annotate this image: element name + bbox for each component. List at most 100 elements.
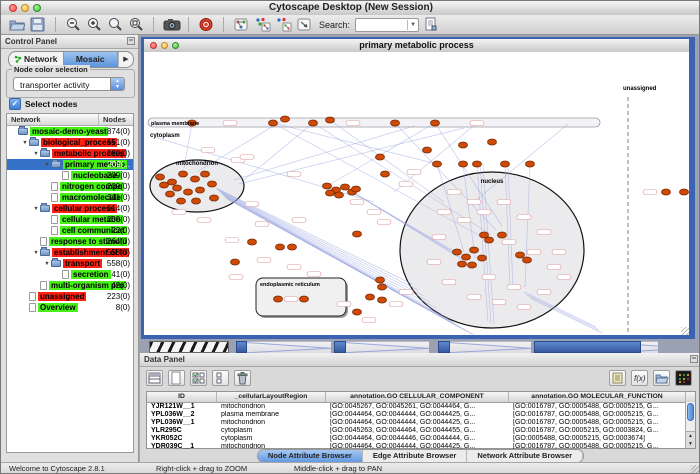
network-node[interactable]: [376, 154, 385, 160]
network-node[interactable]: [473, 161, 482, 167]
snapshot-camera-icon[interactable]: [163, 17, 179, 32]
network-node[interactable]: [184, 189, 193, 195]
tree-row[interactable]: multi-organism pro42(0): [7, 280, 133, 291]
network-node[interactable]: [177, 198, 186, 204]
frame-minimize-icon[interactable]: [161, 42, 168, 49]
network-node[interactable]: [433, 161, 442, 167]
table-column-header[interactable]: _cellularLayoutRegion: [217, 392, 326, 402]
scrollbar-thumb[interactable]: [687, 403, 694, 421]
frame-close-icon[interactable]: [150, 42, 157, 49]
tab-edge-attribute-browser[interactable]: Edge Attribute Browser: [363, 450, 467, 462]
tree-row[interactable]: Overview8(0): [7, 302, 133, 313]
network-node[interactable]: [326, 117, 335, 123]
network-node[interactable]: [470, 247, 479, 253]
network-node[interactable]: [335, 192, 344, 198]
close-icon[interactable]: [9, 4, 17, 12]
tree-row[interactable]: ▼establishment of lo558(0): [7, 247, 133, 258]
save-icon[interactable]: [30, 17, 46, 32]
select-attributes-icon[interactable]: [190, 370, 207, 386]
tree-row[interactable]: cell communicat22(0): [7, 225, 133, 236]
network-node[interactable]: [378, 284, 387, 290]
network-node[interactable]: [201, 171, 210, 177]
zoom-window-icon[interactable]: [33, 4, 41, 12]
expand-triangle-icon[interactable]: ▼: [21, 140, 29, 146]
network-node[interactable]: [480, 232, 489, 238]
network-node[interactable]: [462, 254, 471, 260]
network-node[interactable]: [523, 257, 532, 263]
tree-row[interactable]: ▼biological_process651(0): [7, 137, 133, 148]
expand-triangle-icon[interactable]: ▼: [32, 151, 40, 157]
tab-overflow-arrow-icon[interactable]: ▶: [118, 52, 133, 67]
network-node[interactable]: [208, 181, 217, 187]
network-node[interactable]: [353, 231, 362, 237]
network-node[interactable]: [488, 139, 497, 145]
network-node[interactable]: [274, 296, 283, 302]
network-node[interactable]: [269, 120, 278, 126]
table-column-header[interactable]: annotation.GO MOLECULAR_FUNCTION: [509, 392, 686, 402]
network-node[interactable]: [281, 116, 290, 122]
tree-row[interactable]: nucleobase-209(0): [7, 170, 133, 181]
frame-zoom-icon[interactable]: [172, 42, 179, 49]
network-node[interactable]: [160, 182, 169, 188]
tree-row[interactable]: mosaic-demo-yeast874(0): [7, 126, 133, 137]
network-node[interactable]: [526, 161, 535, 167]
window-titlebar[interactable]: Cytoscape Desktop (New Session): [1, 1, 700, 16]
expand-triangle-icon[interactable]: ▼: [43, 261, 51, 267]
background-window-fragment[interactable]: [236, 341, 247, 353]
open-folder-icon[interactable]: [653, 370, 670, 386]
expand-triangle-icon[interactable]: ▼: [43, 162, 51, 168]
network-node[interactable]: [376, 277, 385, 283]
network-node[interactable]: [459, 142, 468, 148]
table-row[interactable]: YJR121W__1mitochondrion[GO:0045267, GO:0…: [147, 403, 695, 411]
table-row[interactable]: YKR052Ccytoplasm[GO:0044464, GO:0044446,…: [147, 435, 695, 443]
zoom-out-icon[interactable]: [65, 17, 81, 32]
network-node[interactable]: [353, 309, 362, 315]
scrollbar-arrows[interactable]: ▲▼: [686, 431, 695, 448]
tree-row[interactable]: unassigned223(0): [7, 291, 133, 302]
network-node[interactable]: [498, 232, 507, 238]
minimize-icon[interactable]: [21, 4, 29, 12]
network-node[interactable]: [231, 259, 240, 265]
network-node[interactable]: [326, 190, 335, 196]
attribute-table-header[interactable]: ID_cellularLayoutRegionannotation.GO CEL…: [147, 392, 695, 403]
unselect-attributes-icon[interactable]: [212, 370, 229, 386]
table-row[interactable]: YPL036W__2plasma membrane[GO:0044464, GO…: [147, 411, 695, 419]
tree-column-network[interactable]: Network: [7, 114, 99, 125]
tab-node-attribute-browser[interactable]: Node Attribute Browser: [258, 450, 363, 462]
tree-row[interactable]: ▼primary metabo209(...: [7, 159, 133, 170]
network-tree-header[interactable]: Network Nodes: [7, 114, 133, 126]
network-node[interactable]: [391, 120, 400, 126]
network-node[interactable]: [248, 239, 257, 245]
network-node[interactable]: [680, 189, 689, 195]
zoom-in-icon[interactable]: [86, 17, 102, 32]
network-node[interactable]: [341, 184, 350, 190]
network-node[interactable]: [196, 187, 205, 193]
label-notes-icon[interactable]: [609, 370, 626, 386]
tree-row[interactable]: ▼cellular process614(0): [7, 203, 133, 214]
network-node[interactable]: [501, 161, 510, 167]
network-node[interactable]: [276, 244, 285, 250]
new-attribute-icon[interactable]: [168, 370, 185, 386]
network-node[interactable]: [458, 261, 467, 267]
zoom-selected-icon[interactable]: [107, 17, 123, 32]
background-window-fragment[interactable]: [247, 341, 331, 353]
tree-row[interactable]: ▼transport558(0): [7, 258, 133, 269]
network-view-frame[interactable]: primary metabolic process plasma membran…: [141, 37, 695, 339]
search-input[interactable]: ▼: [355, 18, 419, 32]
layout-icon[interactable]: [254, 17, 270, 32]
tree-column-nodes[interactable]: Nodes: [99, 114, 133, 125]
network-node[interactable]: [191, 176, 200, 182]
tab-network-attribute-browser[interactable]: Network Attribute Browser: [467, 450, 583, 462]
background-window-fragment[interactable]: [149, 341, 229, 353]
node-color-combobox[interactable]: transporter activity ▲▼: [13, 77, 125, 91]
network-node[interactable]: [192, 198, 201, 204]
background-window-fragment[interactable]: [534, 341, 641, 353]
open-file-icon[interactable]: [9, 17, 25, 32]
delete-attribute-icon[interactable]: [234, 370, 251, 386]
network-node[interactable]: [309, 120, 318, 126]
table-column-header[interactable]: annotation.GO CELLULAR_COMPONENT: [326, 392, 509, 402]
network-node[interactable]: [179, 171, 188, 177]
window-resize-grip[interactable]: [691, 465, 700, 474]
tree-row[interactable]: ▼metabolic process280(0): [7, 148, 133, 159]
network-node[interactable]: [166, 191, 175, 197]
